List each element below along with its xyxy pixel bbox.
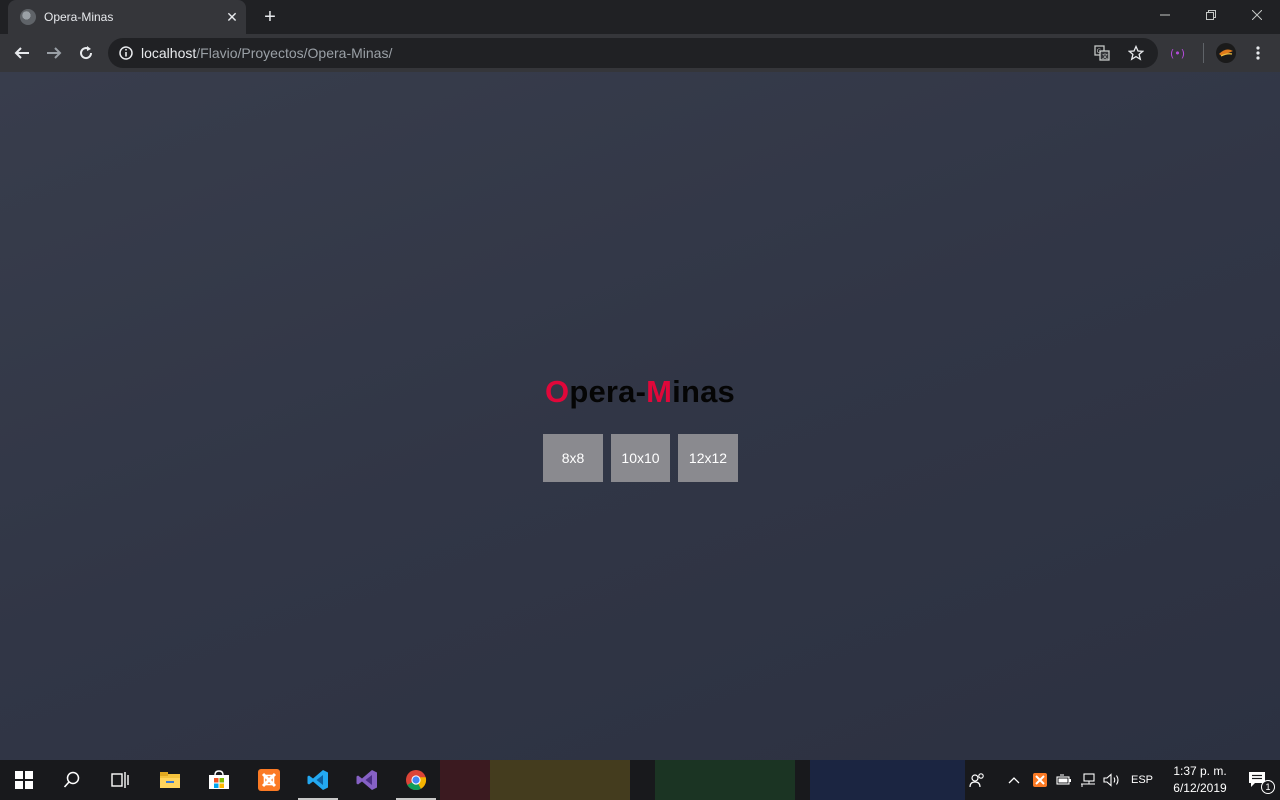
reload-button[interactable] — [70, 37, 102, 69]
visual-studio-icon — [356, 770, 377, 790]
wallpaper-band — [440, 760, 490, 800]
tab-title: Opera-Minas — [44, 10, 114, 24]
file-explorer-button[interactable] — [146, 760, 194, 800]
new-tab-button[interactable]: + — [258, 5, 282, 29]
store-bag-icon — [209, 770, 229, 789]
forward-arrow-icon — [47, 47, 62, 59]
network-icon — [1081, 773, 1095, 787]
svg-text:(•): (•) — [1170, 47, 1185, 60]
title-part-2: inas — [672, 374, 735, 409]
xampp-tray-icon — [1033, 773, 1047, 787]
avatar — [1216, 43, 1236, 63]
xampp-icon — [258, 769, 280, 791]
url-text: localhost/Flavio/Proyectos/Opera-Minas/ — [141, 45, 392, 61]
vscode-icon — [307, 770, 328, 790]
broadcast-extension-icon: (•) — [1170, 47, 1185, 60]
close-tab-button[interactable]: ✕ — [222, 7, 242, 27]
chrome-icon — [406, 770, 427, 791]
notification-count-badge: 1 — [1261, 780, 1275, 794]
omnibox-actions: 文G — [1086, 38, 1152, 68]
svg-text:G: G — [1097, 48, 1102, 55]
people-icon — [969, 773, 984, 788]
chevron-up-icon — [1008, 777, 1020, 784]
board-size-options: 8x8 10x10 12x12 — [543, 434, 738, 482]
xampp-button[interactable] — [245, 760, 293, 800]
tab-opera-minas[interactable]: Opera-Minas ✕ — [8, 0, 246, 34]
restore-button[interactable] — [1188, 0, 1234, 30]
close-icon — [1252, 10, 1262, 20]
windows-start-icon — [15, 771, 33, 789]
bookmark-button[interactable] — [1120, 37, 1152, 69]
speaker-icon — [1103, 773, 1119, 787]
size-12x12-button[interactable]: 12x12 — [678, 434, 738, 482]
wallpaper-band — [490, 760, 630, 800]
clock-date: 6/12/2019 — [1173, 781, 1227, 795]
clock-time: 1:37 p. m. — [1173, 764, 1227, 778]
input-language-button[interactable]: ESP — [1124, 760, 1160, 800]
restore-icon — [1206, 10, 1216, 20]
toolbar-divider — [1203, 34, 1204, 72]
chrome-button[interactable] — [392, 760, 440, 800]
url-host: localhost — [141, 45, 197, 61]
wallpaper-band — [810, 760, 965, 800]
translate-button[interactable]: 文G — [1086, 37, 1118, 69]
url-path: /Flavio/Proyectos/Opera-Minas/ — [196, 45, 393, 61]
xampp-tray-button[interactable] — [1028, 760, 1052, 800]
task-view-button[interactable] — [96, 760, 144, 800]
site-info-icon[interactable] — [111, 38, 141, 68]
tab-strip: Opera-Minas ✕ + — [0, 0, 1280, 34]
menu-button[interactable] — [1246, 34, 1270, 72]
vscode-button[interactable] — [294, 760, 342, 800]
back-button[interactable] — [6, 37, 38, 69]
taskbar: ESP 1:37 p. m. 6/12/2019 1 — [0, 760, 1280, 800]
window-controls — [1142, 0, 1280, 30]
battery-icon — [1056, 774, 1071, 785]
system-tray: ESP 1:37 p. m. 6/12/2019 1 — [962, 760, 1276, 800]
size-10x10-button[interactable]: 10x10 — [611, 434, 670, 482]
address-bar[interactable]: localhost/Flavio/Proyectos/Opera-Minas/ … — [108, 38, 1158, 68]
title-part-1: pera- — [569, 374, 647, 409]
task-view-icon — [111, 772, 129, 788]
translate-icon: 文G — [1094, 45, 1110, 61]
close-window-button[interactable] — [1234, 0, 1280, 30]
svg-text:文: 文 — [1102, 53, 1108, 61]
wallpaper-band — [655, 760, 795, 800]
profile-avatar[interactable] — [1214, 34, 1238, 72]
title-letter-o: O — [544, 374, 570, 409]
reload-icon — [80, 46, 93, 60]
start-button[interactable] — [0, 760, 48, 800]
battery-button[interactable] — [1052, 760, 1076, 800]
star-icon — [1128, 45, 1144, 61]
forward-button[interactable] — [38, 37, 70, 69]
more-vert-icon — [1256, 46, 1260, 60]
back-arrow-icon — [14, 47, 29, 59]
visual-studio-button[interactable] — [343, 760, 391, 800]
show-hidden-icons-button[interactable] — [1000, 760, 1028, 800]
title-letter-m: M — [646, 374, 673, 409]
action-center-button[interactable]: 1 — [1240, 760, 1276, 800]
size-8x8-button[interactable]: 8x8 — [543, 434, 603, 482]
search-button[interactable] — [48, 760, 96, 800]
globe-icon — [20, 9, 36, 25]
extension-button[interactable]: (•) — [1166, 34, 1194, 72]
volume-button[interactable] — [1100, 760, 1124, 800]
folder-icon — [160, 772, 180, 788]
game-title: Opera-Minas — [0, 374, 1280, 410]
minimize-icon — [1160, 14, 1170, 16]
clock-button[interactable]: 1:37 p. m. 6/12/2019 — [1160, 760, 1240, 800]
minimize-button[interactable] — [1142, 0, 1188, 30]
people-button[interactable] — [962, 760, 992, 800]
search-icon — [63, 771, 80, 788]
network-button[interactable] — [1076, 760, 1100, 800]
page-viewport: Opera-Minas 8x8 10x10 12x12 — [0, 72, 1280, 760]
browser-toolbar: localhost/Flavio/Proyectos/Opera-Minas/ … — [0, 34, 1280, 72]
store-button[interactable] — [195, 760, 243, 800]
